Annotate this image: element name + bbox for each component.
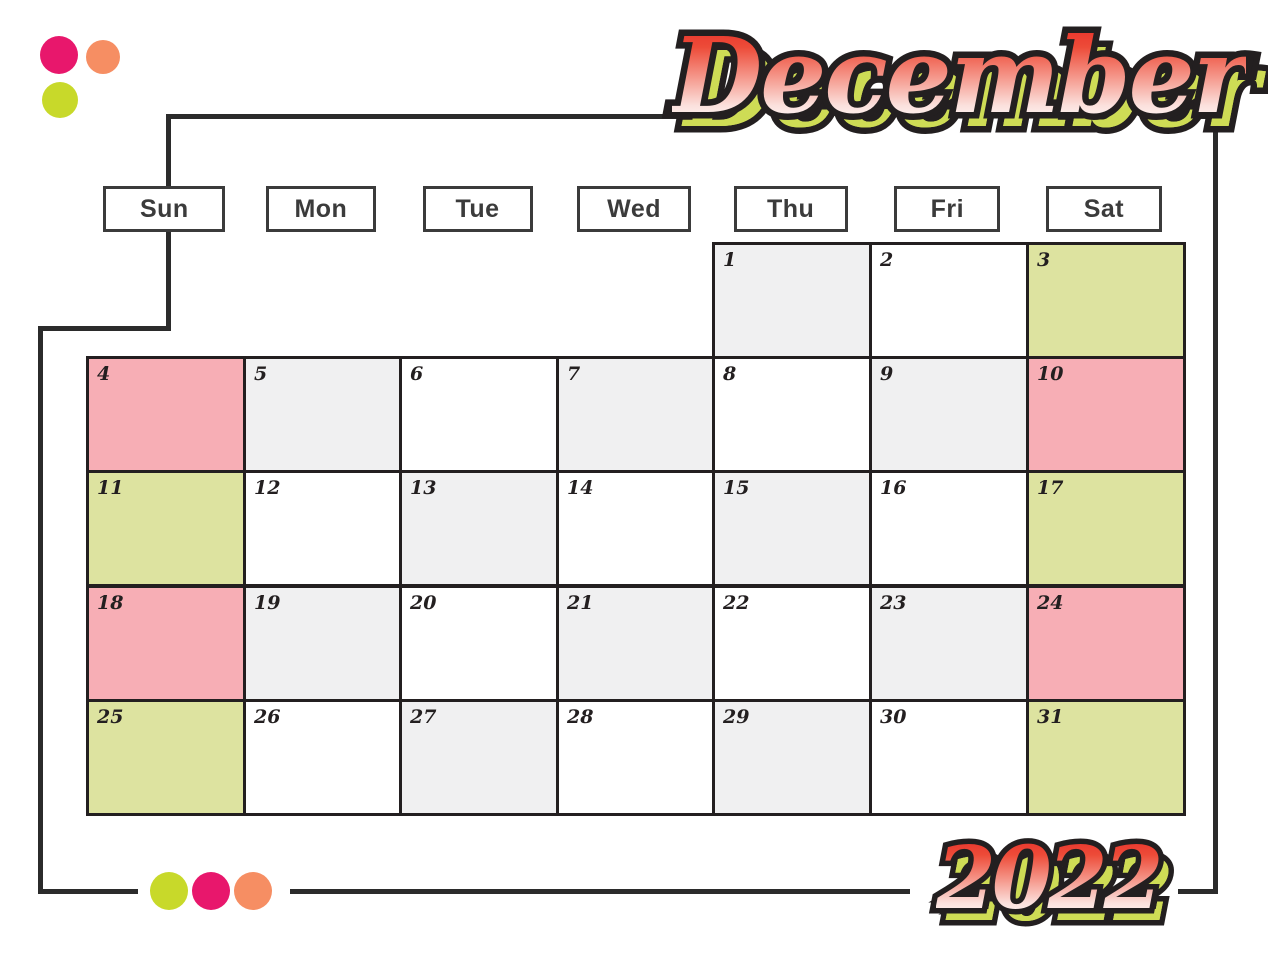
dot-magenta-icon	[40, 36, 78, 74]
weekday-header-label: Tue	[455, 194, 500, 223]
calendar-day-cell[interactable]: 7	[556, 356, 716, 473]
weekday-header-wed: Wed	[577, 186, 692, 232]
calendar-day-cell[interactable]: 15	[712, 470, 872, 587]
calendar-day-cell[interactable]: 16	[869, 470, 1029, 587]
weekday-header-label: Sat	[1083, 194, 1125, 223]
calendar-grid: 1 2 3 4 5 6 7 8 9 10 11 12 13 14 15 16 17 18 19 20 21 22 23 24 2…	[86, 242, 1186, 816]
calendar-empty-cell	[556, 242, 716, 359]
calendar-day-cell[interactable]: 21	[556, 585, 716, 702]
weekday-header-sun: Sun	[103, 186, 226, 232]
year-title-fill: 2022	[936, 828, 1163, 929]
day-number: 17	[1037, 477, 1064, 499]
weekday-header-fri: Fri	[894, 186, 1001, 232]
calendar-day-cell[interactable]: 4	[86, 356, 246, 473]
day-number: 7	[567, 363, 581, 385]
calendar-day-cell[interactable]: 29	[712, 699, 872, 816]
day-number: 16	[880, 477, 907, 499]
day-number: 6	[410, 363, 424, 385]
calendar-day-cell[interactable]: 11	[86, 470, 246, 587]
month-title: December December December December	[666, 16, 1267, 148]
dot-lime-icon	[150, 872, 188, 910]
day-number: 15	[723, 477, 750, 499]
calendar-day-cell[interactable]: 18	[86, 585, 246, 702]
calendar-day-cell[interactable]: 12	[243, 470, 403, 587]
calendar-day-cell[interactable]: 2	[869, 242, 1029, 359]
calendar-day-cell[interactable]: 20	[399, 585, 559, 702]
calendar-day-cell[interactable]: 14	[556, 470, 716, 587]
calendar-day-cell[interactable]: 28	[556, 699, 716, 816]
day-number: 4	[97, 363, 111, 385]
calendar-day-cell[interactable]: 23	[869, 585, 1029, 702]
calendar-day-cell[interactable]: 17	[1026, 470, 1186, 587]
day-number: 28	[567, 706, 594, 728]
day-number: 22	[723, 592, 750, 614]
calendar-empty-cell	[86, 242, 246, 359]
weekday-header-label: Sun	[139, 194, 189, 223]
day-number: 18	[97, 592, 124, 614]
frame-line-left-vertical	[38, 326, 43, 894]
day-number: 23	[880, 592, 907, 614]
day-number: 29	[723, 706, 750, 728]
dot-salmon-icon	[234, 872, 272, 910]
frame-line-bottom-middle-horizontal	[290, 889, 910, 894]
weekday-header-sat: Sat	[1045, 186, 1162, 232]
weekday-header-mon: Mon	[265, 186, 376, 232]
frame-line-top-left-horizontal	[166, 114, 684, 119]
calendar-day-cell[interactable]: 10	[1026, 356, 1186, 473]
weekday-header-label: Fri	[930, 194, 965, 223]
calendar-day-cell[interactable]: 5	[243, 356, 403, 473]
calendar-day-cell[interactable]: 3	[1026, 242, 1186, 359]
weekday-header-label: Wed	[607, 194, 661, 223]
calendar-day-cell[interactable]: 26	[243, 699, 403, 816]
day-number: 26	[254, 706, 281, 728]
calendar-day-cell[interactable]: 30	[869, 699, 1029, 816]
calendar-day-cell[interactable]: 6	[399, 356, 559, 473]
day-number: 14	[567, 477, 594, 499]
dot-salmon-icon	[86, 40, 120, 74]
day-number: 19	[254, 592, 281, 614]
weekday-header-label: Thu	[767, 194, 815, 223]
day-number: 20	[410, 592, 437, 614]
day-number: 30	[880, 706, 907, 728]
calendar-day-cell[interactable]: 22	[712, 585, 872, 702]
day-number: 2	[880, 249, 894, 271]
calendar-day-cell[interactable]: 19	[243, 585, 403, 702]
day-number: 8	[723, 363, 737, 385]
day-number: 5	[254, 363, 268, 385]
calendar-empty-cell	[243, 242, 403, 359]
day-number: 13	[410, 477, 437, 499]
calendar-day-cell[interactable]: 13	[399, 470, 559, 587]
year-title: 2022 2022 2022 2022	[930, 828, 1186, 942]
dot-magenta-icon	[192, 872, 230, 910]
day-number: 27	[410, 706, 437, 728]
day-number: 11	[97, 477, 124, 499]
day-number: 9	[880, 363, 894, 385]
frame-line-top-left-vertical	[166, 114, 171, 186]
weekday-header-thu: Thu	[733, 186, 848, 232]
day-number: 3	[1037, 249, 1051, 271]
frame-line-right-vertical	[1213, 114, 1218, 894]
day-number: 31	[1037, 706, 1064, 728]
day-number: 1	[723, 249, 737, 271]
calendar-day-cell[interactable]: 1	[712, 242, 872, 359]
calendar-day-cell[interactable]: 31	[1026, 699, 1186, 816]
calendar-day-cell[interactable]: 24	[1026, 585, 1186, 702]
calendar-day-cell[interactable]: 8	[712, 356, 872, 473]
calendar-page: December December December December Sun M…	[0, 0, 1268, 980]
weekday-header-label: Mon	[294, 194, 348, 223]
calendar-day-cell[interactable]: 9	[869, 356, 1029, 473]
frame-line-bottom-left-horizontal	[38, 889, 138, 894]
calendar-day-cell[interactable]: 25	[86, 699, 246, 816]
month-title-fill: December	[672, 14, 1248, 137]
dot-lime-icon	[42, 82, 78, 118]
weekday-header-tue: Tue	[422, 186, 533, 232]
day-number: 12	[254, 477, 281, 499]
day-number: 25	[97, 706, 124, 728]
day-number: 10	[1037, 363, 1064, 385]
calendar-empty-cell	[399, 242, 559, 359]
day-number: 21	[567, 592, 594, 614]
calendar-day-cell[interactable]: 27	[399, 699, 559, 816]
day-number: 24	[1037, 592, 1064, 614]
